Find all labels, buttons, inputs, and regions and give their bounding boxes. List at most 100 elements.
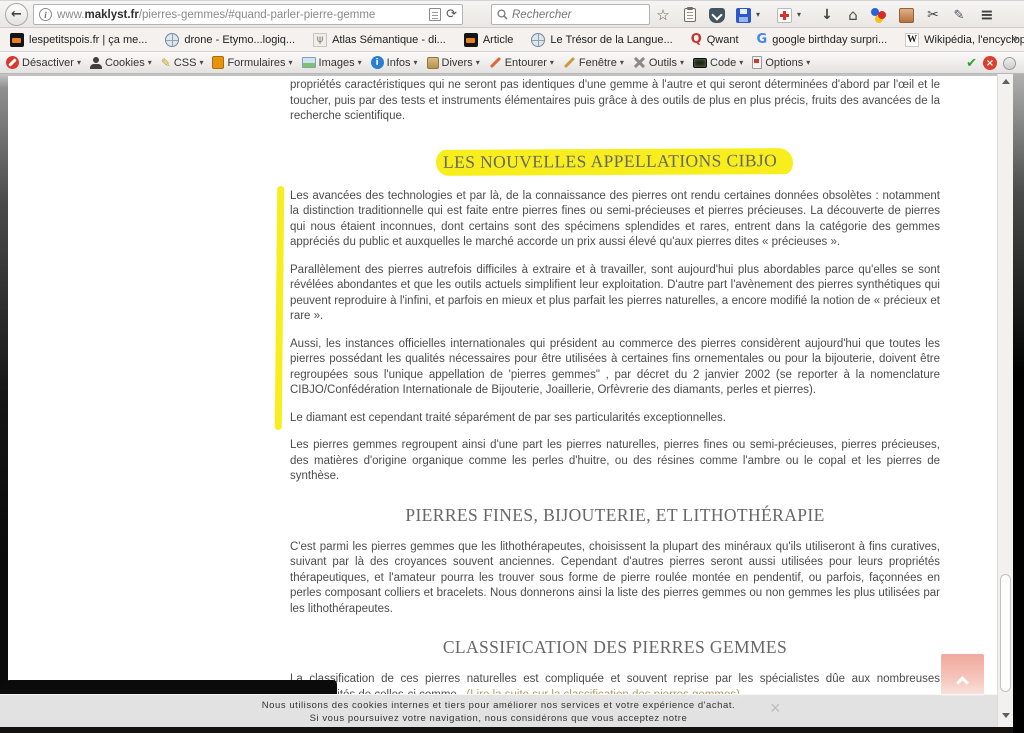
close-icon[interactable]: × <box>770 699 781 717</box>
home-button[interactable]: ⌂ <box>843 5 863 25</box>
search-input[interactable] <box>512 9 644 21</box>
reload-icon[interactable]: ⟳ <box>446 8 457 21</box>
save-button[interactable] <box>733 5 753 25</box>
cookie-text-line2: Si vous poursuivez votre navigation, nou… <box>0 713 997 726</box>
bookmark-item[interactable]: Q Qwant <box>685 30 745 49</box>
google-icon: G <box>757 32 768 47</box>
code-icon <box>693 58 707 68</box>
section-title-classification: CLASSIFICATION DES PIERRES GEMMES <box>290 637 940 658</box>
chevron-down-icon: ▾ <box>358 59 362 67</box>
section-title-lithotherapie: PIERRES FINES, BIJOUTERIE, ET LITHOTHÉRA… <box>290 505 940 526</box>
bookmark-label: Qwant <box>707 34 739 46</box>
addon-pen-button[interactable]: ✎ <box>949 5 969 25</box>
addon-photo-button[interactable] <box>896 5 916 25</box>
bookmark-item[interactable]: drone - Etymo...logiq... <box>159 31 301 49</box>
url-prefix: www. <box>57 9 84 21</box>
bookmark-label: lespetitspois.fr | ça me... <box>29 34 147 46</box>
addon-health-dropdown[interactable]: ▾ <box>793 5 805 25</box>
bookmark-label: drone - Etymo...logiq... <box>184 34 295 46</box>
bookmark-item[interactable]: W Wikipédia, l'encyclopé... <box>899 31 1024 49</box>
vertical-scrollbar[interactable] <box>997 74 1013 727</box>
home-icon: ⌂ <box>848 8 858 23</box>
site-info-icon[interactable]: i <box>39 8 52 21</box>
wikipedia-icon: W <box>905 33 919 47</box>
outline-icon <box>490 57 501 68</box>
globe-icon <box>531 33 545 47</box>
bookmark-item[interactable]: Ggoogle birthday surpri... <box>751 30 894 49</box>
devbar-item-desactiver[interactable]: Désactiver▾ <box>6 56 81 69</box>
bookmark-item[interactable]: ψAtlas Sémantique - di... <box>307 31 452 49</box>
chevron-down-icon: ▾ <box>476 59 480 67</box>
url-text: www.maklyst.fr/pierres-gemmes/#quand-par… <box>57 9 424 21</box>
addon-scissors-button[interactable]: ✂ <box>923 5 943 25</box>
devbar-item-code[interactable]: Code▾ <box>693 57 743 69</box>
menu-button[interactable]: ≡ <box>977 5 997 25</box>
highlighted-title: LES NOUVELLES APPELLATIONS CIBJO <box>436 148 793 176</box>
back-to-top-button[interactable] <box>941 654 984 696</box>
search-bar[interactable] <box>491 4 650 25</box>
site-favicon <box>464 33 478 47</box>
devbar-status: ✔ × <box>966 52 1016 74</box>
options-icon <box>752 56 762 69</box>
image-icon <box>302 57 316 68</box>
bookmark-star-button[interactable]: ☆ <box>653 5 673 25</box>
bookmark-label: Atlas Sémantique - di... <box>332 34 446 46</box>
reader-mode-icon[interactable] <box>429 8 441 21</box>
devbar-item-css[interactable]: ✎CSS▾ <box>161 57 204 69</box>
error-close-icon[interactable]: × <box>983 56 997 70</box>
bookmarks-overflow-chevron[interactable]: » <box>1011 31 1018 45</box>
devbar-item-entourer[interactable]: Entourer▾ <box>489 57 554 69</box>
pocket-button[interactable] <box>707 5 727 25</box>
chevron-down-icon: ▾ <box>797 11 801 19</box>
devbar-item-cookies[interactable]: Cookies▾ <box>90 57 152 69</box>
downloads-button[interactable]: ↓ <box>817 5 837 25</box>
bookmark-item[interactable]: Le Trésor de la Langue... <box>525 31 678 49</box>
bookmark-label: Wikipédia, l'encyclopé... <box>924 34 1024 46</box>
box-icon <box>427 57 439 69</box>
bookmark-label: Le Trésor de la Langue... <box>550 34 672 46</box>
devbar-item-formulaires[interactable]: Formulaires▾ <box>212 56 292 69</box>
pencil-icon: ✎ <box>161 57 171 69</box>
addon-health-button[interactable] <box>774 5 794 25</box>
red-cross-icon <box>777 8 792 23</box>
paragraph: Le diamant est cependant traité séparéme… <box>290 411 940 427</box>
devbar-item-fenetre[interactable]: Fenêtre▾ <box>563 57 624 69</box>
addon-palette-button[interactable] <box>869 5 889 25</box>
globe-icon <box>165 33 179 47</box>
navigation-toolbar: ← i www.maklyst.fr/pierres-gemmes/#quand… <box>0 0 1024 28</box>
save-dropdown[interactable]: ▾ <box>752 5 764 25</box>
page-bottom-strip <box>0 727 1024 733</box>
webdeveloper-toolbar: Désactiver▾ Cookies▾ ✎CSS▾ Formulaires▾ … <box>0 52 1024 74</box>
back-button[interactable]: ← <box>5 3 28 26</box>
chevron-down-icon: ▾ <box>620 59 624 67</box>
chevron-up-icon <box>956 676 969 689</box>
bookmark-item[interactable]: lespetitspois.fr | ça me... <box>4 31 153 49</box>
chevron-down-icon: ▾ <box>680 59 684 67</box>
scroll-down-button[interactable] <box>998 708 1014 722</box>
download-icon: ↓ <box>821 8 833 22</box>
scroll-up-arrow[interactable] <box>1002 79 1010 84</box>
bookmarks-menu-button[interactable] <box>680 5 700 25</box>
clipboard-icon <box>684 8 696 22</box>
chevron-down-icon: ▾ <box>414 59 418 67</box>
devbar-item-images[interactable]: Images▾ <box>302 57 362 69</box>
section-title-appellations: LES NOUVELLES APPELLATIONS CIBJO <box>290 149 940 175</box>
scrollbar-thumb[interactable] <box>1000 574 1011 692</box>
check-icon[interactable]: ✔ <box>966 56 977 71</box>
palette-icon <box>871 7 887 23</box>
qwant-icon: Q <box>691 32 702 47</box>
bookmark-label: google birthday surpri... <box>772 34 887 46</box>
devbar-item-divers[interactable]: Divers▾ <box>427 57 480 69</box>
chevron-down-icon: ▾ <box>739 59 743 67</box>
chevron-down-icon: ▾ <box>77 59 81 67</box>
status-circle-icon[interactable] <box>1003 57 1016 70</box>
devbar-item-options[interactable]: Options▾ <box>752 56 810 69</box>
hamburger-icon: ≡ <box>980 7 993 23</box>
tools-icon <box>633 56 646 69</box>
bookmark-item[interactable]: Article <box>458 31 520 49</box>
devbar-item-infos[interactable]: iInfos▾ <box>371 56 418 69</box>
chevron-down-icon: ▾ <box>550 59 554 67</box>
devbar-item-outils[interactable]: Outils▾ <box>633 56 684 69</box>
url-bar[interactable]: i www.maklyst.fr/pierres-gemmes/#quand-p… <box>33 4 463 25</box>
article-text: propriétés caractéristiques qui ne seron… <box>290 78 940 715</box>
